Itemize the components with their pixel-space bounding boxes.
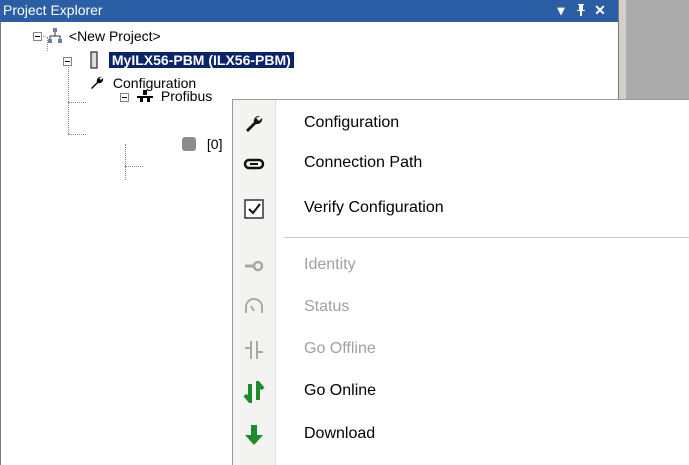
tree-item-slave-label: [0] <box>206 136 223 152</box>
slave-device-icon <box>182 137 196 151</box>
menu-item-download-label: Download <box>304 425 376 442</box>
panel-dropdown-icon[interactable]: ▾ <box>553 1 569 19</box>
menu-item-verify-configuration[interactable]: Verify Configuration <box>233 188 689 228</box>
tree-expander-module[interactable] <box>63 57 72 66</box>
tree-item-slave[interactable]: [0] <box>181 133 233 155</box>
close-icon[interactable]: ✕ <box>592 1 608 19</box>
menu-item-go-online-label: Go Online <box>304 382 377 399</box>
menu-item-connection-path-label: Connection Path <box>304 154 423 171</box>
tree-item-profibus[interactable]: Profibus <box>137 85 233 107</box>
menu-item-configuration[interactable]: Configuration <box>233 103 689 143</box>
menu-item-status[interactable]: Status <box>233 287 689 327</box>
pin-icon[interactable] <box>573 1 589 19</box>
tree-item-profibus-label: Profibus <box>160 88 213 104</box>
panel-title-bar[interactable]: Project Explorer ▾ ✕ <box>0 0 618 22</box>
context-menu: Configuration Connection Path Verify Con… <box>232 99 689 465</box>
tree-item-root-label: <New Project> <box>68 28 161 44</box>
download-arrow-icon <box>245 425 263 445</box>
key-icon <box>245 260 264 272</box>
menu-item-connection-path[interactable]: Connection Path <box>233 143 689 183</box>
go-offline-icon <box>245 341 263 359</box>
tree-expander-root[interactable] <box>33 32 42 41</box>
go-online-icon <box>243 381 265 403</box>
menu-item-go-offline[interactable]: Go Offline <box>233 329 689 369</box>
module-icon <box>90 51 98 69</box>
menu-item-identity-label: Identity <box>304 256 356 273</box>
wrench-icon <box>246 115 263 132</box>
menu-separator <box>284 237 689 238</box>
menu-item-go-offline-label: Go Offline <box>304 340 376 357</box>
project-icon <box>48 28 62 43</box>
tree-item-module-label: MyILX56-PBM (ILX56-PBM) <box>108 52 294 68</box>
gauge-icon <box>245 298 263 313</box>
tree-item-module[interactable]: MyILX56-PBM (ILX56-PBM) <box>89 49 294 71</box>
menu-item-identity[interactable]: Identity <box>233 245 689 285</box>
tree-item-root[interactable]: <New Project> <box>47 25 161 47</box>
tree-expander-profibus[interactable] <box>120 93 129 102</box>
menu-item-download[interactable]: Download <box>233 414 689 454</box>
network-icon <box>137 90 153 102</box>
menu-item-verify-configuration-label: Verify Configuration <box>304 199 444 216</box>
panel-title: Project Explorer <box>3 2 103 18</box>
menu-item-go-online[interactable]: Go Online <box>233 371 689 411</box>
chain-link-icon <box>243 158 265 170</box>
wrench-icon <box>91 76 104 89</box>
menu-item-status-label: Status <box>304 298 350 315</box>
checkbox-icon <box>244 199 264 219</box>
menu-item-configuration-label: Configuration <box>304 114 400 131</box>
